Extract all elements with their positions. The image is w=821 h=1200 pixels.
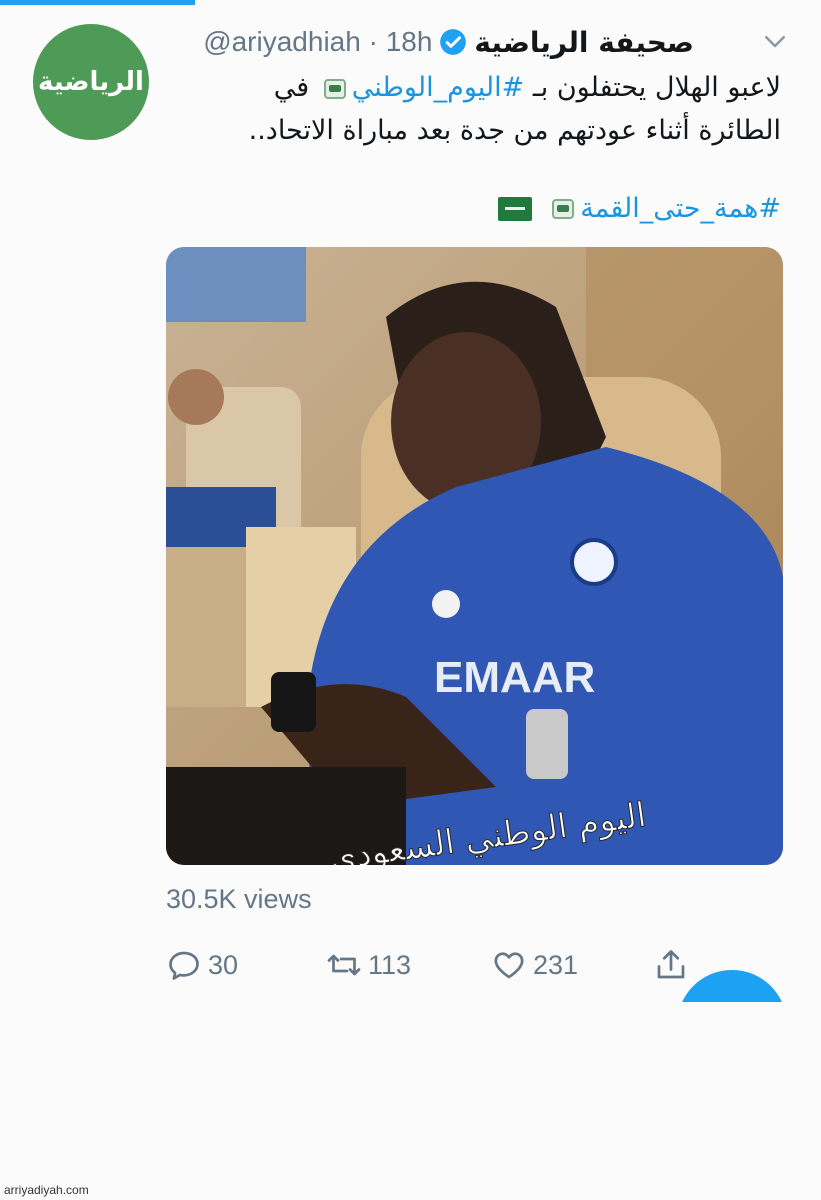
account-handle-time[interactable]: @ariyadhiah · 18h [203, 26, 432, 58]
reply-icon [169, 951, 199, 980]
chevron-down-icon[interactable] [760, 26, 790, 56]
retweet-icon [327, 954, 361, 976]
retweet-count: 113 [368, 949, 412, 980]
retweet-button[interactable]: 113 [326, 945, 411, 985]
national-day-emoji-icon [323, 78, 346, 99]
tweet-line-1: لاعبو الهلال يحتفلون بـ #اليوم_الوطني في [151, 66, 781, 109]
video-frame: EMAAR اليوم الوطني السعودي [166, 247, 783, 865]
phone [271, 672, 316, 732]
tweet-text: لاعبو الهلال يحتفلون بـ #اليوم_الوطني في… [151, 66, 781, 152]
wall-screen [166, 247, 306, 322]
reply-button[interactable]: 30 [166, 945, 238, 985]
tweet-actions: 30 113 231 [166, 945, 786, 985]
tweet-text-part: في [273, 72, 318, 103]
jersey-sponsor-text: EMAAR [434, 653, 595, 702]
account-name[interactable]: صحيفة الرياضية [474, 26, 694, 59]
top-accent-bar [0, 0, 195, 5]
verified-badge-icon [440, 29, 467, 55]
saudi-flag-icon [498, 196, 533, 221]
share-icon [657, 950, 685, 979]
hashtag-link[interactable]: #همة_حتى_القمة [580, 187, 781, 230]
tweet-line-2: الطائرة أثناء عودتهم من جدة بعد مباراة ا… [248, 115, 781, 146]
national-day-emoji-icon [552, 198, 575, 219]
tweet-hashtag-line: #همة_حتى_القمة [498, 187, 781, 230]
like-button[interactable]: 231 [491, 945, 578, 985]
tweet-header: صحيفة الرياضية @ariyadhiah · 18h [203, 20, 694, 64]
avatar-logo-text: الرياضية [38, 67, 144, 97]
share-button[interactable] [653, 945, 695, 985]
like-icon [494, 952, 524, 979]
view-count: 30.5K views [166, 884, 312, 914]
club-crest [570, 538, 618, 586]
wristwatch [526, 709, 568, 779]
reply-count: 30 [208, 949, 239, 980]
profile-avatar[interactable]: الرياضية [33, 24, 149, 140]
tweet-video[interactable]: EMAAR اليوم الوطني السعودي [166, 247, 783, 865]
hashtag-link[interactable]: #اليوم_الوطني [352, 72, 524, 103]
source-credit: arriyadiyah.com [4, 1183, 89, 1197]
tweet-text-part: لاعبو الهلال يحتفلون بـ [524, 72, 781, 103]
like-count: 231 [533, 949, 579, 980]
